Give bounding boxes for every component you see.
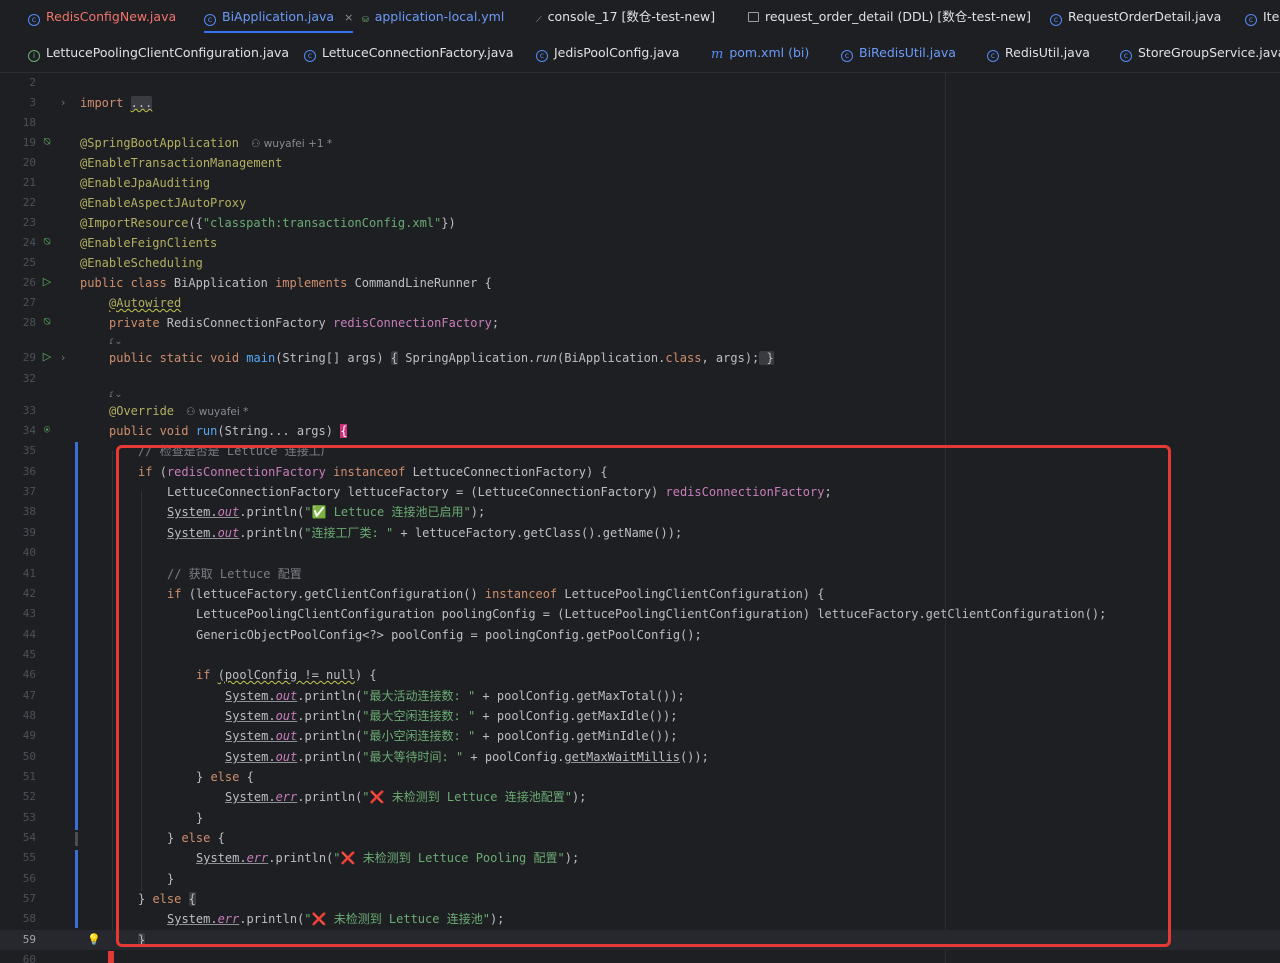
code-line[interactable]: 23 @ImportResource({"classpath:transactio… <box>0 213 1280 233</box>
spring-bean-icon[interactable]: ⍉ <box>41 136 53 148</box>
code-line[interactable]: 42 if (lettuceFactory.getClientConfigurat… <box>0 584 1280 604</box>
tab-redisconfignew[interactable]: c RedisConfigNew.java <box>28 0 176 36</box>
tab-storegroupservice[interactable]: c StoreGroupService.java <box>1120 36 1280 72</box>
code-line[interactable]: 34 ⍟ public void run(String... args) { <box>0 421 1280 441</box>
closing-brace-highlight <box>108 951 114 963</box>
fold-expand-icon[interactable]: › <box>61 93 65 113</box>
override-method-icon[interactable]: ⍟ <box>41 424 53 436</box>
maven-icon: m <box>711 47 724 62</box>
author-hint-person-icon: ⚇ <box>250 138 264 150</box>
class-icon: c <box>987 50 999 62</box>
code-line[interactable]: 33 @Override ⚇ wuyafei * <box>0 401 1280 421</box>
tab-requestorderdetail[interactable]: c RequestOrderDetail.java <box>1050 0 1221 36</box>
code-line[interactable]: 28 ⍉ private RedisConnectionFactory redisC… <box>0 313 1280 333</box>
code-line[interactable]: 49 System.out.println("最小空闲连接数: " + poolC… <box>0 726 1280 746</box>
code-line[interactable]: 53} <box>0 808 1280 828</box>
class-icon: c <box>536 50 548 62</box>
lightbulb-icon[interactable]: 💡 <box>87 933 101 946</box>
code-line[interactable]: 38 System.out.println("✅ Lettuce 连接池已启用")… <box>0 502 1280 522</box>
tab-pom-xml[interactable]: m pom.xml (bi) <box>711 36 809 72</box>
code-line[interactable]: 41// 获取 Lettuce 配置 <box>0 564 1280 584</box>
tab-biapplication[interactable]: c BiApplication.java × <box>204 0 354 36</box>
code-line[interactable]: 40 <box>0 543 1280 563</box>
author-hint-person-icon: ⚇ <box>186 406 199 418</box>
fold-expand-icon[interactable]: › <box>61 348 65 368</box>
code-line[interactable]: 21 @EnableJpaAuditing <box>0 173 1280 193</box>
class-icon: c <box>1245 14 1257 26</box>
code-line[interactable]: 39 System.out.println("连接工厂类: " + lettuce… <box>0 523 1280 543</box>
code-line[interactable]: 55 System.err.println("❌ 未检测到 Lettuce Poo… <box>0 848 1280 868</box>
run-icon[interactable]: ▷ <box>41 276 53 288</box>
code-line[interactable]: 57} else { <box>0 889 1280 909</box>
table-icon <box>748 12 759 22</box>
code-line[interactable]: 45 <box>0 645 1280 665</box>
code-line[interactable]: 25 @EnableScheduling <box>0 253 1280 273</box>
code-line[interactable]: 37 LettuceConnectionFactory lettuceFactor… <box>0 482 1280 502</box>
tab-redisutil[interactable]: c RedisUtil.java <box>987 36 1090 72</box>
console-icon: ⟋ <box>536 15 542 24</box>
tab-application-local-yml[interactable]: ⛁ application-local.yml <box>362 0 504 36</box>
editor-tabs-row-2: i LettucePoolingClientConfiguration.java … <box>0 36 1280 73</box>
class-icon: c <box>1120 50 1132 62</box>
class-icon: c <box>1050 14 1062 26</box>
code-line[interactable]: 47 System.out.println("最大活动连接数: " + poolC… <box>0 686 1280 706</box>
spring-bean-search-icon[interactable]: ⍉ <box>41 236 53 248</box>
code-line[interactable]: 54} else { <box>0 828 1280 848</box>
class-icon: c <box>28 14 40 26</box>
tab-lettucepoolingclientconfiguration[interactable]: i LettucePoolingClientConfiguration.java <box>28 36 289 72</box>
tab-request-order-detail-ddl[interactable]: request_order_detail (DDL) [数仓-test-new] <box>748 0 1031 36</box>
class-icon: c <box>841 50 853 62</box>
inlay-hint[interactable]: ɾ⌄ <box>109 388 123 402</box>
code-line[interactable]: 48 System.out.println("最大空闲连接数: " + poolC… <box>0 706 1280 726</box>
code-line[interactable]: 50 System.out.println("最大等待时间: " + poolCo… <box>0 747 1280 767</box>
code-line[interactable]: 60 <box>0 950 1280 963</box>
code-line[interactable]: 51} else { <box>0 767 1280 787</box>
run-icon[interactable]: ▷ <box>41 351 53 363</box>
code-line[interactable]: 24 ⍉ @EnableFeignClients <box>0 233 1280 253</box>
code-line[interactable]: 36 if (redisConnectionFactory instanceof … <box>0 462 1280 482</box>
code-line[interactable]: 58 System.err.println("❌ 未检测到 Lettuce 连接池… <box>0 909 1280 929</box>
code-line[interactable]: 22 @EnableAspectJAutoProxy <box>0 193 1280 213</box>
code-line[interactable]: 2 <box>0 73 1280 93</box>
code-line[interactable]: 35// 检查是否是 Lettuce 连接工厂 <box>0 441 1280 461</box>
tab-lettuceconnectionfactory[interactable]: c LettuceConnectionFactory.java <box>304 36 514 72</box>
code-line[interactable]: 32 <box>0 369 1280 389</box>
inlay-hint[interactable]: ɾ⌄ <box>109 335 123 349</box>
code-line[interactable]: 43 LettucePoolingClientConfiguration pool… <box>0 604 1280 624</box>
code-line[interactable]: 3 › import ... <box>0 93 1280 113</box>
autowired-bean-icon[interactable]: ⍉ <box>41 316 53 328</box>
code-line[interactable]: 52 System.err.println("❌ 未检测到 Lettuce 连接池… <box>0 787 1280 807</box>
interface-icon: i <box>28 50 40 62</box>
tab-console-17[interactable]: ⟋ console_17 [数仓-test-new] <box>536 0 715 36</box>
close-icon[interactable]: × <box>344 11 353 24</box>
code-line[interactable]: 26 ▷ public class BiApplication implements… <box>0 273 1280 293</box>
code-line[interactable]: 56} <box>0 869 1280 889</box>
code-line[interactable]: 44 GenericObjectPoolConfig<?> poolConfig … <box>0 625 1280 645</box>
class-icon: c <box>304 50 316 62</box>
code-line[interactable]: 18 <box>0 113 1280 133</box>
code-line[interactable]: 46 if (poolConfig != null) { <box>0 665 1280 685</box>
class-icon: c <box>204 14 216 26</box>
code-line-current[interactable]: 59 💡} <box>0 930 1280 950</box>
tab-biredisutil[interactable]: c BiRedisUtil.java <box>841 36 956 72</box>
code-line[interactable]: 19 ⍉ @SpringBootApplication ⚇ wuyafei +1 * <box>0 133 1280 153</box>
tab-iter[interactable]: cIter <box>1245 0 1280 36</box>
code-line[interactable]: 20 @EnableTransactionManagement <box>0 153 1280 173</box>
code-editor[interactable]: 2 3 › import ... 18 19 ⍉ @SpringBootApplicat… <box>0 73 1280 963</box>
yml-icon: ⛁ <box>362 15 369 24</box>
code-line[interactable]: 29 ▷ › public static void main(String[] arg… <box>0 348 1280 368</box>
editor-tabs-row-1: c RedisConfigNew.java c BiApplication.java… <box>0 0 1280 37</box>
code-line[interactable]: 27 @Autowired <box>0 293 1280 313</box>
tab-jedispoolconfig[interactable]: c JedisPoolConfig.java <box>536 36 679 72</box>
